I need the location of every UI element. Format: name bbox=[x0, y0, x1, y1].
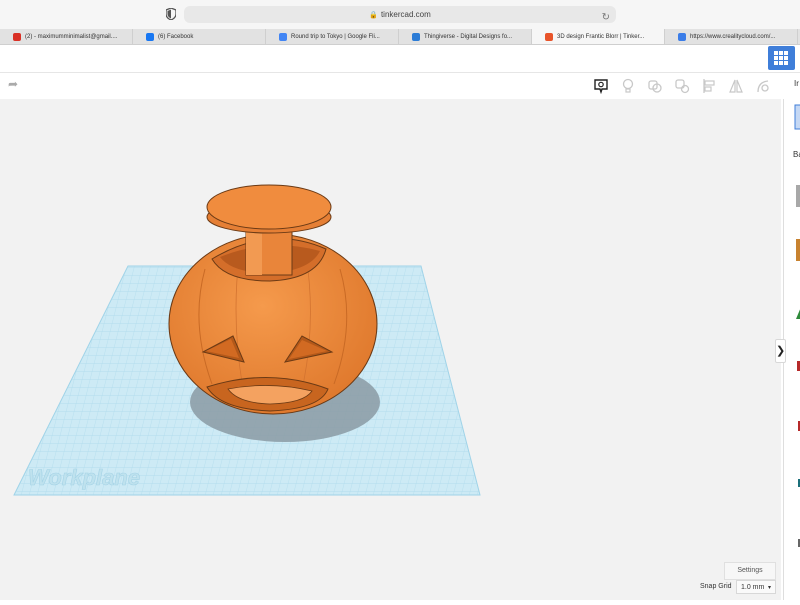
edit-toolbar: ➦ bbox=[0, 73, 781, 99]
app-header bbox=[0, 45, 800, 73]
facebook-icon bbox=[146, 32, 154, 41]
redo-icon[interactable]: ➦ bbox=[8, 77, 18, 91]
browser-tab-label: Round trip to Tokyo | Google Fli... bbox=[291, 33, 380, 40]
panel-collapse-chevron-icon[interactable]: ❯ bbox=[775, 339, 786, 363]
workplane-label: Workplane bbox=[28, 465, 140, 490]
tinkercad-icon bbox=[545, 32, 553, 41]
snap-grid-value: 1.0 mm bbox=[741, 584, 765, 591]
browser-tab-label: https://www.crealitycloud.com/... bbox=[690, 33, 776, 40]
ungroup-icon[interactable] bbox=[674, 78, 690, 94]
pumpkin-shape[interactable] bbox=[168, 184, 378, 415]
browser-tab-label: (2) - maximumminimalist@gmail.... bbox=[25, 33, 118, 40]
panel-title: Ir bbox=[794, 79, 799, 88]
mirror-icon[interactable] bbox=[728, 78, 744, 94]
browser-tab[interactable]: Round trip to Tokyo | Google Fli... bbox=[266, 29, 399, 44]
chevron-down-icon: ▾ bbox=[767, 585, 771, 591]
browser-tab-label: Thingiverse - Digital Designs fo... bbox=[424, 33, 513, 40]
browser-tab[interactable]: https://www.crealitycloud.com/... bbox=[665, 29, 798, 44]
settings-button[interactable]: Settings bbox=[724, 562, 776, 580]
browser-tab[interactable]: Thingiverse - Digital Designs fo... bbox=[399, 29, 532, 44]
url-text: tinkercad.com bbox=[380, 10, 431, 19]
shapes-panel-strip: Ba bbox=[793, 104, 800, 547]
browser-tab-bar: (2) - maximumminimalist@gmail.... (6) Fac… bbox=[0, 29, 800, 45]
note-icon[interactable] bbox=[593, 78, 609, 94]
lock-icon: 🔒 bbox=[369, 12, 378, 19]
workplane-scene[interactable]: Workplane bbox=[0, 99, 781, 600]
reload-icon[interactable]: ↻ bbox=[602, 9, 610, 26]
gmail-icon bbox=[13, 32, 21, 41]
browser-tab[interactable]: 3D design Frantic Blorr | Tinker... bbox=[532, 29, 665, 44]
align-icon[interactable] bbox=[701, 78, 717, 94]
snap-grid-label: Snap Grid bbox=[700, 583, 732, 590]
thingiverse-icon bbox=[412, 32, 420, 41]
lightbulb-icon[interactable] bbox=[620, 78, 636, 94]
browser-tab[interactable]: (6) Facebook bbox=[133, 29, 266, 44]
browser-tab-label: 3D design Frantic Blorr | Tinker... bbox=[557, 33, 645, 40]
cruise-icon[interactable] bbox=[755, 78, 771, 94]
group-icon[interactable] bbox=[647, 78, 663, 94]
browser-url-row: 🔒 tinkercad.com ↻ bbox=[0, 0, 800, 29]
browser-tab-label: (6) Facebook bbox=[158, 33, 194, 40]
privacy-shield-icon[interactable] bbox=[166, 8, 176, 20]
svg-text:Ba: Ba bbox=[793, 150, 800, 159]
creality-icon bbox=[678, 32, 686, 41]
address-bar[interactable]: 🔒 tinkercad.com ↻ bbox=[184, 6, 616, 23]
snap-grid-select[interactable]: 1.0 mm ▾ bbox=[736, 580, 776, 594]
browser-tab[interactable]: (2) - maximumminimalist@gmail.... bbox=[0, 29, 133, 44]
apps-grid-button[interactable] bbox=[768, 46, 795, 70]
google-flights-icon bbox=[279, 32, 287, 41]
